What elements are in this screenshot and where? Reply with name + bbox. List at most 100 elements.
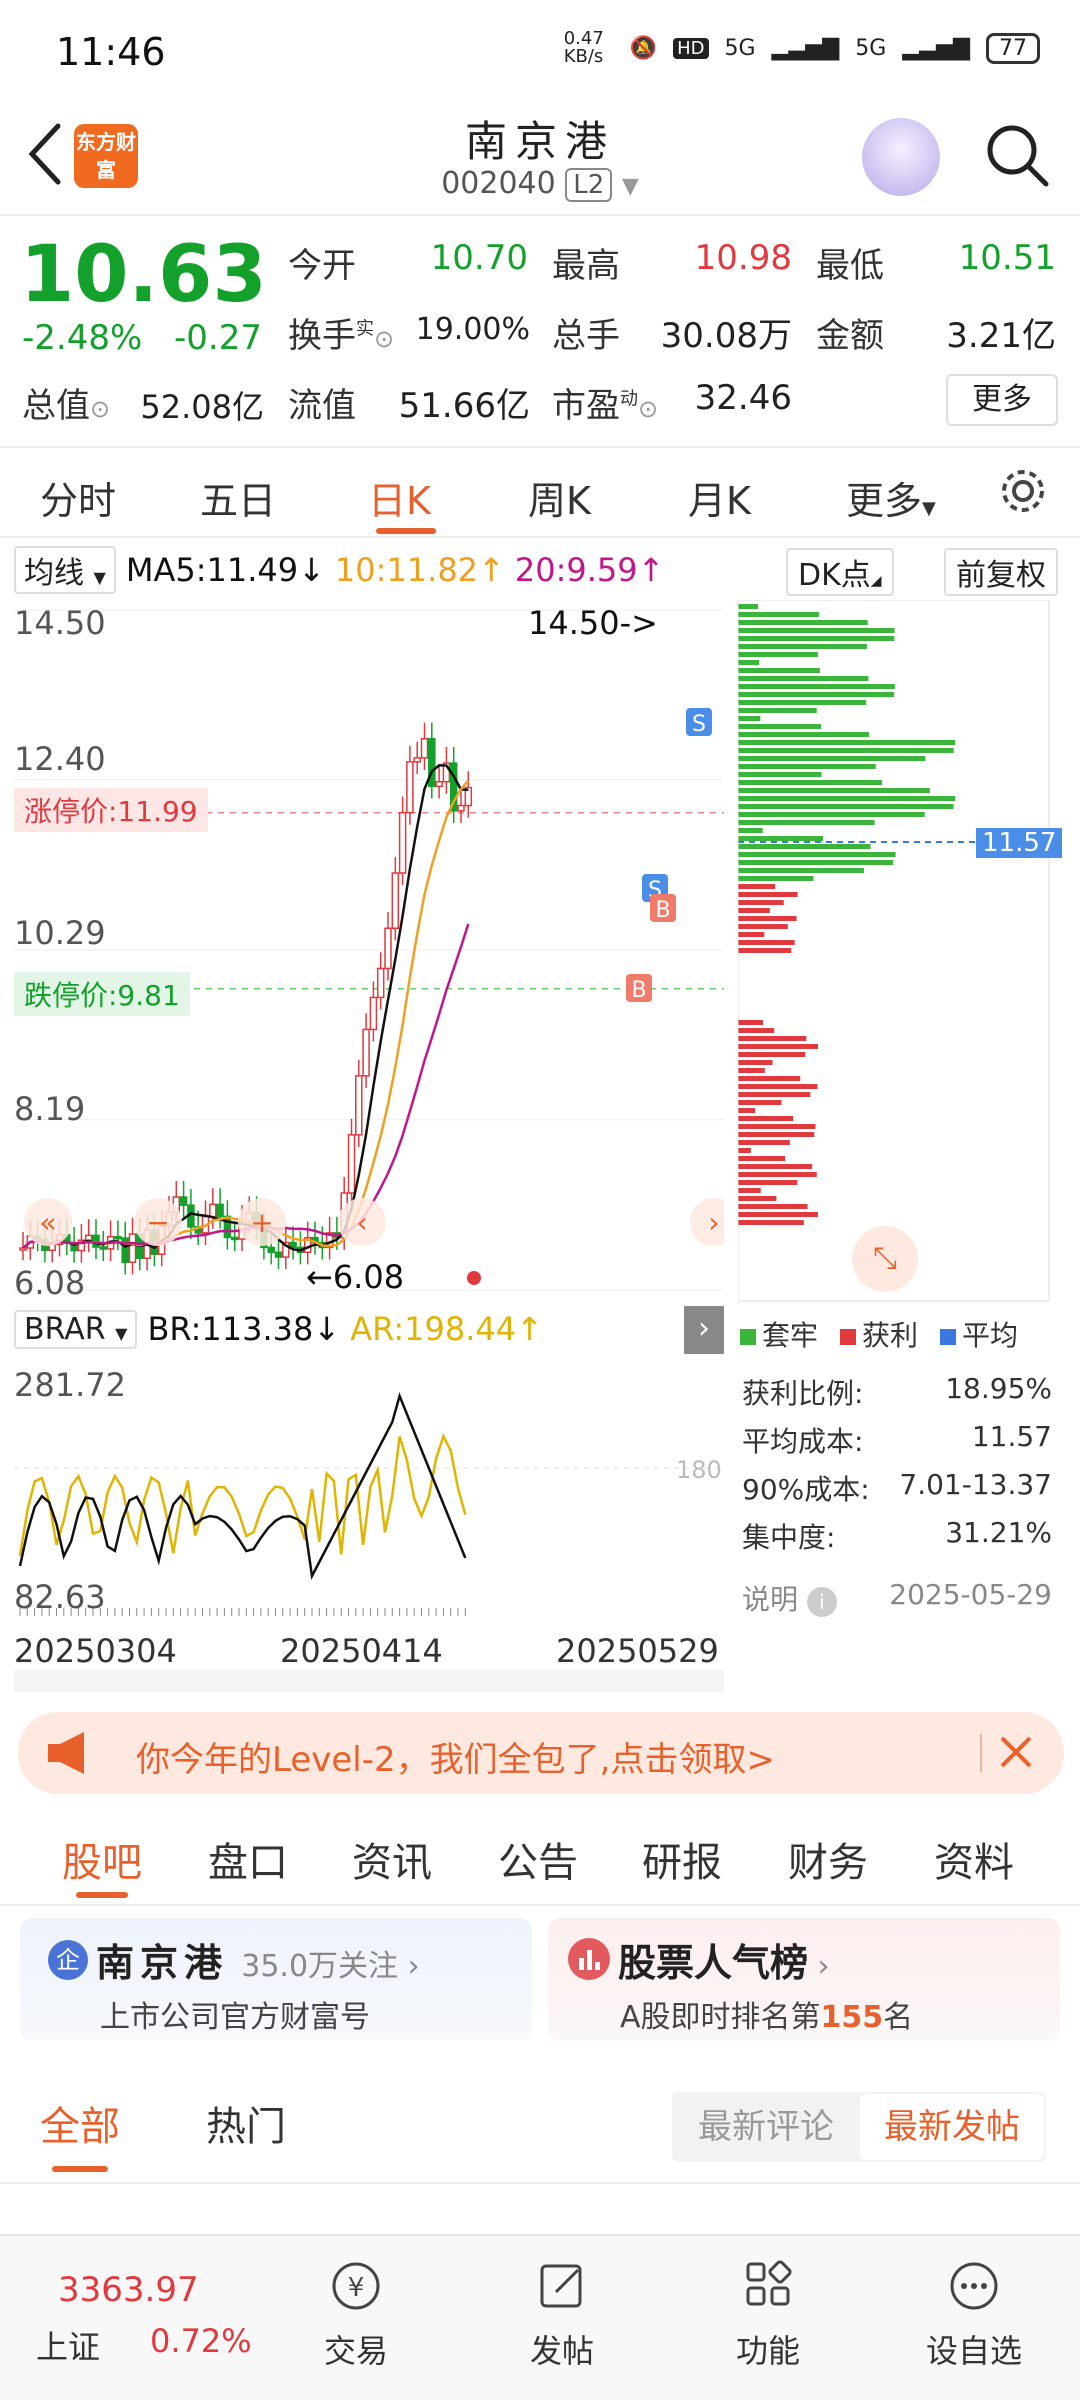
stat-value: 11.57	[971, 1420, 1052, 1453]
chip-bar	[738, 788, 930, 793]
tab-more[interactable]: 更多▼	[846, 470, 936, 525]
nav-post[interactable]: 发帖	[502, 2256, 622, 2372]
brar-y-bottom: 82.63	[14, 1578, 106, 1616]
legend-trapped: 套牢	[740, 1314, 818, 1354]
info-icon[interactable]: ⊙	[90, 395, 110, 423]
candle-body	[362, 1028, 370, 1077]
y-tick-5: 6.08	[14, 1264, 86, 1302]
sort-latest-comment[interactable]: 最新评论	[672, 2092, 860, 2162]
chip-distribution[interactable]: 11.57 ⤡	[737, 599, 1063, 1302]
brar-chart[interactable]: 281.72 82.63 180	[14, 1356, 724, 1616]
tab-research[interactable]: 研报	[642, 1830, 722, 1888]
banner-separator	[980, 1734, 982, 1772]
turnover-label: 换手实⊙	[288, 308, 394, 357]
chip-bar	[738, 1084, 818, 1089]
tab-daily-k[interactable]: 日K	[368, 470, 431, 525]
sort-latest-post[interactable]: 最新发帖	[860, 2094, 1044, 2160]
tab-five-day[interactable]: 五日	[200, 470, 276, 525]
chart-control-label: ›	[708, 1206, 719, 1239]
date-axis: 20250304 20250414 20250529	[14, 1632, 724, 1672]
chip-bar	[738, 604, 758, 609]
svg-text:¥: ¥	[348, 2273, 365, 2303]
nav-trade[interactable]: ¥ 交易	[296, 2256, 416, 2372]
tab-weekly-k[interactable]: 周K	[528, 470, 591, 525]
tab-more-label: 更多	[846, 479, 923, 523]
pe-label-text: 市盈	[552, 386, 620, 426]
chip-bar	[738, 1108, 756, 1113]
chevron-right-icon[interactable]: ›	[684, 1306, 724, 1354]
more-button[interactable]: 更多	[946, 374, 1058, 426]
tab-all[interactable]: 全部	[40, 2094, 120, 2152]
tab-announcements[interactable]: 公告	[498, 1830, 578, 1888]
brar-row: BRAR ▼ BR:113.38↓ AR:198.44↑	[14, 1306, 543, 1352]
index-name[interactable]: 上证	[36, 2322, 100, 2368]
chip-bar	[738, 1052, 806, 1057]
info-icon[interactable]: ⊙	[638, 395, 658, 423]
brar-selector[interactable]: BRAR ▼	[14, 1309, 138, 1349]
y-tick-1: 14.50	[14, 604, 106, 642]
dk-point-button[interactable]: DK点◢	[786, 548, 894, 596]
nav-features[interactable]: 功能	[708, 2256, 828, 2372]
chip-bar	[738, 660, 760, 665]
kline-svg: SSBB« − + ‹ ›	[14, 609, 724, 1291]
nav-watchlist[interactable]: 设自选	[914, 2256, 1034, 2372]
stat-date: 2025-05-29	[889, 1578, 1052, 1611]
chip-bar	[738, 740, 956, 745]
ma10-value: 10:11.82↑	[334, 551, 505, 589]
tab-hot[interactable]: 热门	[206, 2094, 286, 2152]
gear-icon[interactable]	[998, 466, 1048, 516]
index-pct[interactable]: 0.72%	[150, 2322, 252, 2360]
chip-bar	[738, 900, 784, 905]
chip-bar	[738, 932, 765, 937]
hd-icon: HD	[673, 37, 709, 59]
active-tab-underline	[376, 528, 436, 534]
popularity-rank-card[interactable]: 股票人气榜 › A股即时排名第155名	[548, 1918, 1060, 2040]
index-value[interactable]: 3363.97	[58, 2270, 199, 2310]
period-tabs: 分时 五日 日K 周K 月K 更多▼	[0, 446, 1080, 538]
candle-body	[391, 872, 400, 930]
assistant-avatar[interactable]	[862, 118, 940, 196]
chart-control-label: ‹	[356, 1206, 367, 1239]
stat-note[interactable]: 说明 i 2025-05-29	[742, 1578, 1052, 1618]
company-account-card[interactable]: 企 南京港 35.0万关注 › 上市公司官方财富号	[20, 1918, 532, 2040]
search-icon[interactable]	[982, 120, 1052, 190]
tab-intraday[interactable]: 分时	[40, 470, 116, 525]
candle-body	[230, 1236, 239, 1241]
chip-bar	[738, 1044, 818, 1049]
chip-bar	[738, 652, 818, 657]
tab-profile[interactable]: 资料	[934, 1830, 1014, 1888]
tab-guba[interactable]: 股吧	[62, 1830, 142, 1888]
tab-finance[interactable]: 财务	[788, 1830, 868, 1888]
ar-text: AR:198.44	[350, 1310, 517, 1348]
chip-bar	[738, 708, 817, 713]
stat-value: 31.21%	[945, 1516, 1052, 1549]
status-icons: 0.47 KB/s 🔕 HD 5G ▂▃▅▇ 5G ▂▃▅▇ 77	[564, 30, 1040, 66]
tab-pankou[interactable]: 盘口	[208, 1830, 288, 1888]
kline-chart[interactable]: S S B B «− + ‹ › 14.50 12.40 10.29 8.19 6.08 涨停…	[14, 600, 724, 1302]
promo-banner[interactable]: 你今年的Level-2，我们全包了,点击领取>	[18, 1712, 1064, 1794]
rank-suffix: 名	[883, 2000, 914, 2035]
stat-label: 平均成本:	[742, 1425, 864, 1458]
candle-body	[128, 1233, 137, 1264]
stat-90-cost: 90%成本: 7.01-13.37	[742, 1468, 1052, 1508]
chip-legend: 套牢 获利 平均	[740, 1314, 1018, 1354]
expand-icon[interactable]: ⤡	[852, 1226, 918, 1292]
close-icon[interactable]	[994, 1730, 1038, 1774]
tab-news[interactable]: 资讯	[352, 1830, 432, 1888]
ma-selector[interactable]: 均线 ▼	[14, 546, 116, 594]
rank-card-sub: A股即时排名第155名	[620, 1992, 913, 2036]
info-icon[interactable]: ⊙	[374, 325, 394, 353]
tab-monthly-k[interactable]: 月K	[688, 470, 751, 525]
chip-bar	[738, 1220, 804, 1225]
chip-bar	[738, 844, 871, 849]
chip-bar	[738, 1140, 790, 1145]
candle-body	[420, 738, 429, 759]
adjust-button[interactable]: 前复权	[944, 548, 1058, 596]
followers-count: 35.0万关注	[241, 1949, 399, 1984]
open-value: 10.70	[430, 238, 528, 278]
candle-body	[267, 1246, 275, 1254]
chip-bar	[738, 1060, 773, 1065]
stat-label: 90%成本:	[742, 1473, 870, 1506]
chip-bar	[738, 860, 894, 865]
event-dot	[467, 1271, 481, 1285]
